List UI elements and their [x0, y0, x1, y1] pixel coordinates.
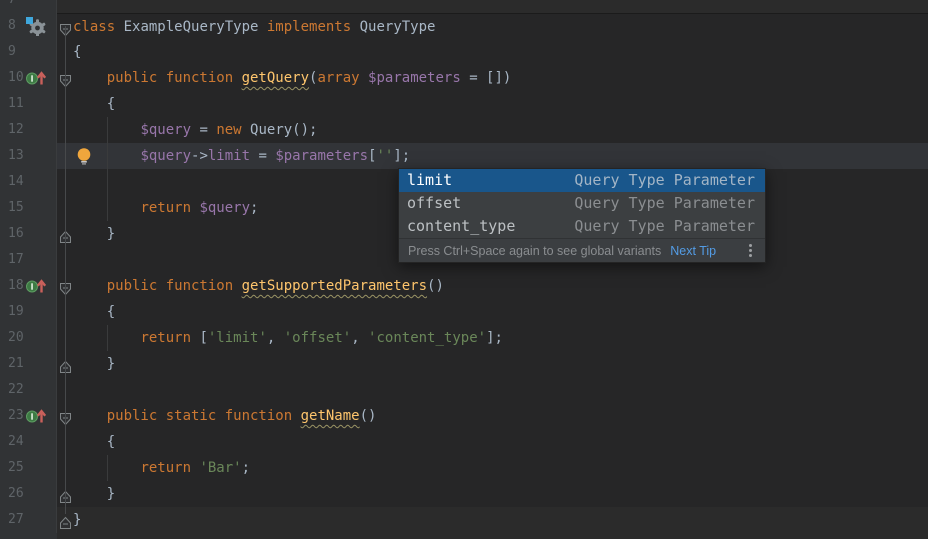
gutter-line-number: 19 — [0, 299, 57, 325]
completion-item-label: content_type — [407, 215, 515, 238]
code-line-13: 13 $query->limit = $parameters['']; — [0, 143, 928, 169]
code-text: } — [73, 351, 115, 377]
code-line-11: 11 { — [0, 91, 928, 117]
completion-item-label: offset — [407, 192, 461, 215]
fold-end-icon[interactable] — [59, 513, 72, 527]
code-text: { — [73, 39, 81, 65]
gutter-line-number: 9 — [0, 39, 57, 65]
code-editor: 78 class ExampleQueryType implements Quer… — [0, 0, 928, 539]
code-text: } — [73, 481, 115, 507]
editor-rows: 78 class ExampleQueryType implements Quer… — [0, 0, 928, 533]
gutter-line-number: 23 — [0, 403, 57, 429]
completion-item-label: limit — [407, 169, 452, 192]
editor-line-content[interactable]: { — [57, 429, 928, 455]
code-line-22: 22 — [0, 377, 928, 403]
gutter-line-number: 27 — [0, 507, 57, 533]
gutter-line-number: 12 — [0, 117, 57, 143]
code-text: { — [73, 91, 115, 117]
code-line-7: 7 — [0, 0, 928, 13]
completion-popup: limit Query Type Parameter offset Query Typ… — [398, 168, 766, 263]
gutter-line-number: 16 — [0, 221, 57, 247]
gutter-line-number: 10 — [0, 65, 57, 91]
code-text: return 'Bar'; — [73, 455, 250, 481]
indent-guide — [107, 455, 108, 481]
code-line-9: 9{ — [0, 39, 928, 65]
completion-item-offset[interactable]: offset Query Type Parameter — [399, 192, 765, 215]
popup-hint: Press Ctrl+Space again to see global var… — [408, 244, 661, 258]
code-line-18: 18 public function getSupportedParameter… — [0, 273, 928, 299]
code-text: public function getQuery(array $paramete… — [73, 65, 511, 91]
code-text: $query->limit = $parameters['']; — [73, 143, 410, 169]
completion-item-type: Query Type Parameter — [574, 192, 755, 215]
next-tip-link[interactable]: Next Tip — [670, 244, 716, 258]
code-text: class ExampleQueryType implements QueryT… — [73, 14, 435, 40]
implements-method-icon[interactable] — [25, 68, 47, 88]
code-line-12: 12 $query = new Query(); — [0, 117, 928, 143]
editor-line-content[interactable] — [57, 377, 928, 403]
code-text: $query = new Query(); — [73, 117, 317, 143]
gutter-line-number: 18 — [0, 273, 57, 299]
gutter-line-number: 15 — [0, 195, 57, 221]
editor-line-content[interactable]: public function getQuery(array $paramete… — [57, 65, 928, 91]
completion-item-limit[interactable]: limit Query Type Parameter — [399, 169, 765, 192]
editor-line-content[interactable]: class ExampleQueryType implements QueryT… — [57, 13, 928, 39]
code-line-26: 26 } — [0, 481, 928, 507]
editor-line-content[interactable]: { — [57, 299, 928, 325]
code-line-8: 8 class ExampleQueryType implements Query… — [0, 13, 928, 39]
gutter-line-number: 17 — [0, 247, 57, 273]
code-line-19: 19 { — [0, 299, 928, 325]
gutter-line-number: 20 — [0, 325, 57, 351]
implements-method-icon[interactable] — [25, 406, 47, 426]
gutter-line-number: 7 — [0, 0, 57, 13]
completion-list: limit Query Type Parameter offset Query Typ… — [399, 169, 765, 238]
code-text: public static function getName() — [73, 403, 376, 429]
editor-line-content[interactable]: return 'Bar'; — [57, 455, 928, 481]
completion-item-type: Query Type Parameter — [574, 169, 755, 192]
editor-line-content[interactable]: } — [57, 351, 928, 377]
kebab-menu-icon[interactable] — [749, 249, 752, 252]
code-line-10: 10 public function getQuery(array $param… — [0, 65, 928, 91]
fold-range-line — [65, 26, 66, 514]
code-line-27: 27} — [0, 507, 928, 533]
code-text: return ['limit', 'offset', 'content_type… — [73, 325, 503, 351]
code-line-23: 23 public static function getName() — [0, 403, 928, 429]
gutter-line-number: 22 — [0, 377, 57, 403]
code-line-24: 24 { — [0, 429, 928, 455]
editor-line-content[interactable] — [57, 0, 928, 13]
editor-line-content[interactable]: } — [57, 507, 928, 533]
code-text: { — [73, 429, 115, 455]
completion-item-type: Query Type Parameter — [574, 215, 755, 238]
indent-guide — [107, 117, 108, 221]
completion-item-content_type[interactable]: content_type Query Type Parameter — [399, 215, 765, 238]
editor-line-content[interactable]: $query = new Query(); — [57, 117, 928, 143]
code-line-25: 25 return 'Bar'; — [0, 455, 928, 481]
indent-guide — [107, 325, 108, 351]
gear-icon[interactable] — [25, 16, 47, 36]
editor-line-content[interactable]: return ['limit', 'offset', 'content_type… — [57, 325, 928, 351]
code-line-20: 20 return ['limit', 'offset', 'content_t… — [0, 325, 928, 351]
completion-popup-footer: Press Ctrl+Space again to see global var… — [399, 238, 765, 262]
implements-method-icon[interactable] — [25, 276, 47, 296]
gutter-line-number: 11 — [0, 91, 57, 117]
editor-line-content[interactable]: } — [57, 481, 928, 507]
gutter-line-number: 14 — [0, 169, 57, 195]
code-text: public function getSupportedParameters() — [73, 273, 444, 299]
editor-line-content[interactable]: $query->limit = $parameters['']; — [57, 143, 928, 169]
gutter-line-number: 24 — [0, 429, 57, 455]
gutter-line-number: 26 — [0, 481, 57, 507]
editor-line-content[interactable]: { — [57, 91, 928, 117]
code-text: return $query; — [73, 195, 258, 221]
code-text: { — [73, 299, 115, 325]
code-text: } — [73, 221, 115, 247]
gutter-line-number: 21 — [0, 351, 57, 377]
gutter-line-number: 13 — [0, 143, 57, 169]
editor-line-content[interactable]: public static function getName() — [57, 403, 928, 429]
editor-line-content[interactable]: { — [57, 39, 928, 65]
code-line-21: 21 } — [0, 351, 928, 377]
gutter-line-number: 25 — [0, 455, 57, 481]
code-text: } — [73, 507, 81, 533]
gutter-line-number: 8 — [0, 13, 57, 39]
editor-line-content[interactable]: public function getSupportedParameters() — [57, 273, 928, 299]
